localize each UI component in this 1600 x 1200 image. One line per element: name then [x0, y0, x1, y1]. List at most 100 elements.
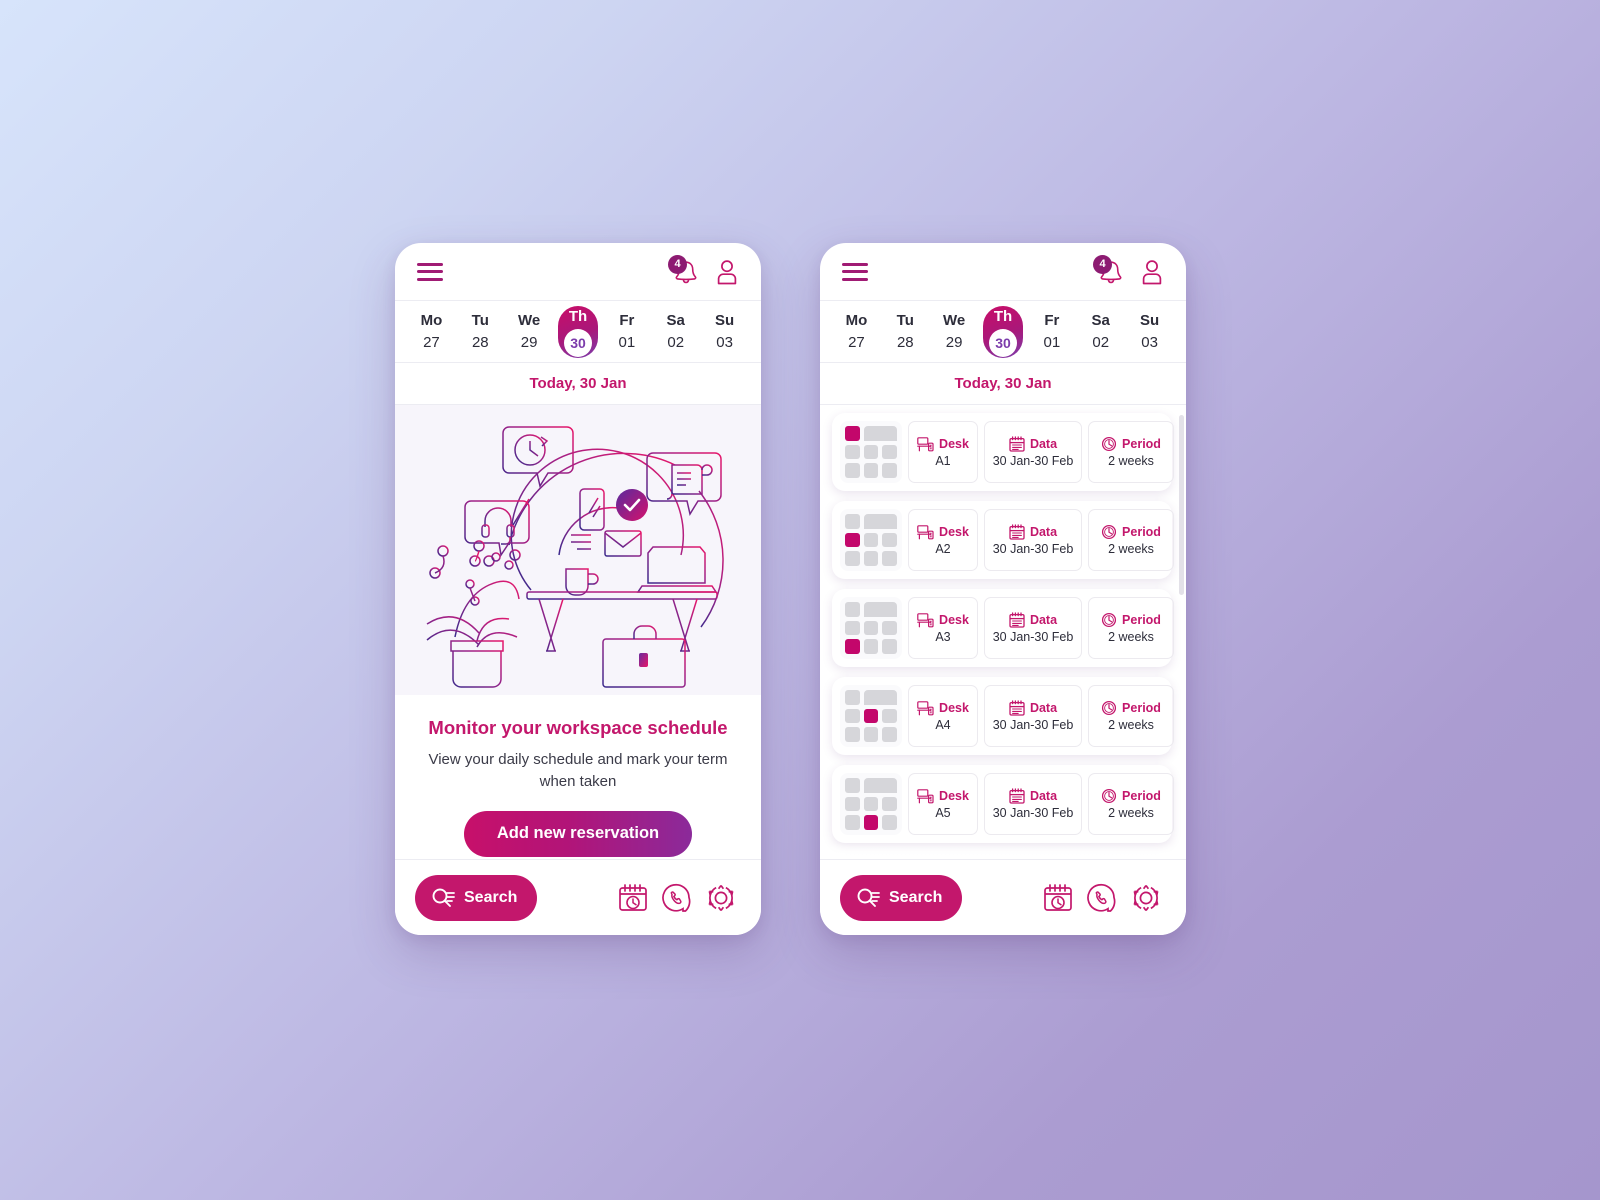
day-cell-tu[interactable]: Tu 28: [881, 310, 930, 354]
header-icon-group: 4: [1093, 254, 1164, 286]
floor-map-thumbnail[interactable]: [840, 509, 902, 571]
day-of-week-label: Mo: [420, 311, 443, 329]
bottom-nav-right: Search: [820, 859, 1186, 935]
data-column-header: Data: [1009, 700, 1057, 716]
notification-badge: 4: [1093, 254, 1112, 274]
clock-icon: [1101, 524, 1117, 540]
desk-value: A2: [935, 541, 951, 556]
day-cell-su[interactable]: Su 03: [700, 310, 749, 354]
floor-map-thumbnail[interactable]: [840, 685, 902, 747]
map-block: [863, 426, 897, 441]
data-label: Data: [1029, 789, 1058, 803]
data-label: Data: [1029, 613, 1058, 627]
phone-mockup-reservations: 4 Mo 27 Tu 28 We 29 Th 30 Fr 01 Sa 02 Su 03 Today, 30…: [820, 243, 1186, 935]
floor-map-thumbnail[interactable]: [840, 773, 902, 835]
day-cell-fr[interactable]: Fr 01: [602, 310, 651, 354]
day-number-label: 02: [1092, 333, 1110, 351]
reservation-card[interactable]: Desk A3 Data 30 Jan-30 Feb Period 2 weeks: [832, 589, 1174, 667]
day-number-label: 29: [945, 333, 963, 351]
day-of-week-label: Fr: [619, 311, 635, 329]
data-column: Data 30 Jan-30 Feb: [984, 421, 1082, 483]
reservation-card[interactable]: Desk A1 Data 30 Jan-30 Feb Period 2 weeks: [832, 413, 1174, 491]
settings-gear-icon[interactable]: [701, 883, 741, 913]
reservation-card[interactable]: Desk A2 Data 30 Jan-30 Feb Period 2 weeks: [832, 501, 1174, 579]
day-cell-su[interactable]: Su 03: [1125, 310, 1174, 354]
period-column-header: Period: [1101, 612, 1161, 628]
desk-column-header: Desk: [917, 700, 969, 716]
app-header: 4: [395, 243, 761, 301]
period-value: 2 weeks: [1108, 542, 1154, 556]
data-column-header: Data: [1009, 436, 1057, 452]
data-column: Data 30 Jan-30 Feb: [984, 597, 1082, 659]
calendar-icon: [1009, 788, 1025, 804]
desk-column: Desk A1: [908, 421, 978, 483]
day-cell-fr[interactable]: Fr 01: [1027, 310, 1076, 354]
bottom-nav-left: Search: [395, 859, 761, 935]
today-label-right: Today, 30 Jan: [820, 363, 1186, 405]
notification-badge: 4: [668, 254, 687, 274]
day-cell-th[interactable]: Th 30: [979, 305, 1028, 358]
day-number-label: 27: [848, 333, 865, 351]
floor-map-thumbnail[interactable]: [840, 597, 902, 659]
search-button[interactable]: Search: [840, 874, 963, 921]
desk-column-header: Desk: [917, 788, 969, 804]
period-column-header: Period: [1101, 436, 1161, 452]
data-column: Data 30 Jan-30 Feb: [984, 509, 1082, 571]
reservation-list[interactable]: Desk A1 Data 30 Jan-30 Feb Period 2 weeks Desk…: [820, 405, 1186, 859]
workspace-schedule-illustration: [395, 405, 761, 695]
period-column: Period 2 weeks: [1088, 509, 1174, 571]
day-cell-we[interactable]: We 29: [930, 310, 979, 354]
period-value: 2 weeks: [1108, 454, 1154, 468]
period-column: Period 2 weeks: [1088, 685, 1174, 747]
desk-label: Desk: [939, 613, 969, 627]
day-cell-we[interactable]: We 29: [505, 310, 554, 354]
day-cell-tu[interactable]: Tu 28: [456, 310, 505, 354]
map-cell: [863, 727, 879, 742]
day-of-week-label: Th: [993, 308, 1013, 326]
calendar-clock-icon[interactable]: [613, 883, 653, 913]
notifications-button[interactable]: 4: [668, 254, 699, 286]
map-cell: [845, 602, 860, 617]
data-label: Data: [1029, 701, 1058, 715]
promo-subtitle: View your daily schedule and mark your t…: [428, 751, 728, 790]
day-cell-th[interactable]: Th 30: [554, 305, 603, 358]
list-scrollbar[interactable]: [1179, 415, 1184, 595]
data-column: Data 30 Jan-30 Feb: [984, 773, 1082, 835]
day-number-label: 01: [618, 333, 636, 351]
day-cell-sa[interactable]: Sa 02: [1076, 310, 1125, 354]
phone-support-icon[interactable]: [657, 883, 697, 913]
desk-value: A3: [935, 629, 951, 644]
day-cell-sa[interactable]: Sa 02: [651, 310, 700, 354]
day-cell-mo[interactable]: Mo 27: [832, 310, 881, 354]
map-cell: [882, 551, 897, 566]
search-button[interactable]: Search: [415, 874, 538, 921]
period-column-header: Period: [1101, 524, 1161, 540]
add-new-reservation-button[interactable]: Add new reservation: [464, 810, 692, 857]
user-avatar-icon[interactable]: [715, 258, 739, 286]
reservation-card[interactable]: Desk A5 Data 30 Jan-30 Feb Period 2 weeks: [832, 765, 1174, 843]
app-header-right: 4: [820, 243, 1186, 301]
day-cell-mo[interactable]: Mo 27: [407, 310, 456, 354]
desk-icon: [917, 436, 934, 452]
hamburger-menu-icon[interactable]: [417, 262, 443, 281]
map-cell: [845, 620, 860, 636]
phone-support-icon[interactable]: [1082, 883, 1122, 913]
desk-label: Desk: [939, 789, 969, 803]
reservation-card[interactable]: Desk A4 Data 30 Jan-30 Feb Period 2 weeks: [832, 677, 1174, 755]
user-avatar-icon[interactable]: [1140, 258, 1164, 286]
settings-gear-icon[interactable]: [1126, 883, 1166, 913]
desk-column: Desk A5: [908, 773, 978, 835]
day-of-week-label: Sa: [666, 311, 685, 329]
desk-value: A5: [935, 805, 951, 820]
floor-map-thumbnail[interactable]: [840, 421, 902, 483]
data-column-header: Data: [1009, 612, 1057, 628]
map-block: [863, 690, 897, 705]
phone-mockup-home: 4 Mo 27 Tu 28 We 29 Th 30 Fr 01 Sa 02 Su 03 Today, 30…: [395, 243, 761, 935]
day-of-week-label: We: [518, 311, 541, 329]
hamburger-menu-icon[interactable]: [842, 262, 868, 281]
day-of-week-label: Th: [568, 308, 588, 326]
day-of-week-label: Su: [1140, 311, 1160, 329]
map-cell: [863, 551, 879, 566]
calendar-clock-icon[interactable]: [1038, 883, 1078, 913]
notifications-button[interactable]: 4: [1093, 254, 1124, 286]
